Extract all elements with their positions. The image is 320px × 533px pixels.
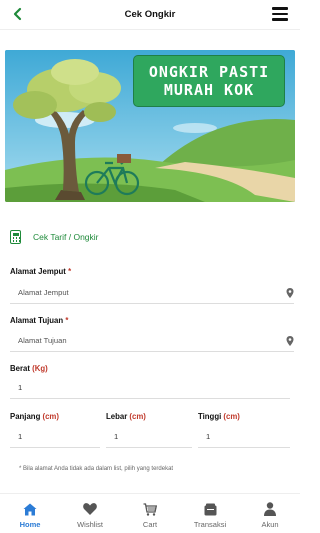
tab-label: Cart [142, 520, 158, 529]
pickup-address-input[interactable] [10, 282, 294, 303]
length-input[interactable] [10, 426, 100, 447]
promo-line-2: MURAH KOK [163, 81, 255, 99]
tab-wishlist[interactable]: Wishlist [60, 494, 120, 533]
app-header: Cek Ongkir [0, 0, 300, 30]
hamburger-menu-icon[interactable] [272, 7, 288, 21]
tab-label: Akun [261, 520, 279, 529]
check-tariff-section: Cek Tarif / Ongkir [10, 228, 99, 246]
required-marker: * [65, 316, 69, 325]
tab-akun[interactable]: Akun [240, 494, 300, 533]
wallet-icon [204, 502, 217, 516]
page-title: Cek Ongkir [124, 9, 176, 20]
promo-banner: ONGKIR PASTI MURAH KOK [5, 50, 295, 202]
home-icon [23, 502, 37, 516]
width-unit: (cm) [129, 412, 146, 421]
heart-icon [83, 502, 97, 516]
width-label-text: Lebar [106, 412, 128, 421]
pickup-address-field [10, 282, 294, 304]
height-input[interactable] [198, 426, 290, 447]
weight-unit: (Kg) [32, 364, 48, 373]
tab-cart[interactable]: Cart [120, 494, 180, 533]
length-label-text: Panjang [10, 412, 41, 421]
pickup-label-text: Alamat Jemput [10, 267, 66, 276]
location-pin-icon[interactable] [286, 336, 294, 346]
destination-label-text: Alamat Tujuan [10, 316, 64, 325]
height-unit: (cm) [223, 412, 240, 421]
tab-home[interactable]: Home [0, 494, 60, 533]
required-marker: * [68, 267, 72, 276]
tab-label: Home [19, 520, 41, 529]
length-label: Panjang (cm) [10, 412, 59, 421]
tab-label: Wishlist [77, 520, 103, 529]
weight-field [10, 377, 290, 399]
cart-icon [143, 502, 157, 516]
promo-line-1: ONGKIR PASTI [148, 63, 270, 81]
weight-label: Berat (Kg) [10, 364, 48, 373]
height-label: Tinggi (cm) [198, 412, 240, 421]
address-note: * Bila alamat Anda tidak ada dalam list,… [19, 466, 174, 472]
tab-label: Transaksi [193, 520, 227, 529]
bottom-tab-bar: Home Wishlist Cart Transaksi Akun [0, 493, 300, 533]
section-title: Cek Tarif / Ongkir [33, 232, 99, 242]
destination-address-label: Alamat Tujuan * [10, 316, 68, 325]
promo-badge: ONGKIR PASTI MURAH KOK [133, 55, 285, 107]
height-label-text: Tinggi [198, 412, 222, 421]
height-field [198, 426, 290, 448]
width-input[interactable] [106, 426, 192, 447]
width-label: Lebar (cm) [106, 412, 146, 421]
weight-label-text: Berat [10, 364, 30, 373]
pickup-address-label: Alamat Jemput * [10, 267, 71, 276]
tab-transaksi[interactable]: Transaksi [180, 494, 240, 533]
location-pin-icon[interactable] [286, 288, 294, 298]
destination-address-input[interactable] [10, 330, 294, 351]
length-field [10, 426, 100, 448]
user-icon [264, 502, 276, 516]
length-unit: (cm) [42, 412, 59, 421]
calculator-icon [10, 230, 21, 244]
width-field [106, 426, 192, 448]
weight-input[interactable] [10, 377, 290, 398]
destination-address-field [10, 330, 294, 352]
